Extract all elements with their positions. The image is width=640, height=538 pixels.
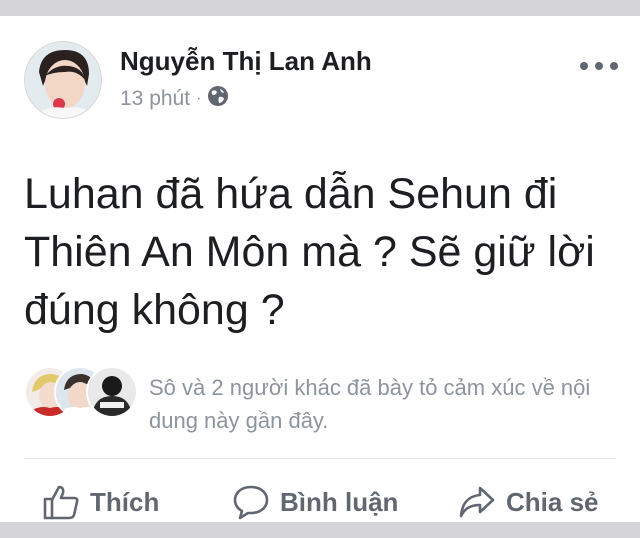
post-text: Luhan đã hứa dẫn Sehun đi Thiên An Môn m… xyxy=(24,170,595,334)
like-button[interactable]: Thích xyxy=(42,484,159,520)
action-bar: Thích Bình luận Chia sẻ xyxy=(0,464,640,538)
globe-icon xyxy=(207,85,229,113)
post-meta: 13 phút · xyxy=(120,86,229,112)
share-label: Chia sẻ xyxy=(506,486,599,517)
author-name[interactable]: Nguyễn Thị Lan Anh xyxy=(120,46,372,77)
like-label: Thích xyxy=(90,486,160,517)
thumbs-up-icon xyxy=(42,484,80,520)
more-options-icon[interactable] xyxy=(580,56,618,76)
author-avatar[interactable] xyxy=(24,41,102,119)
share-button[interactable]: Chia sẻ xyxy=(458,484,599,520)
comment-button[interactable]: Bình luận xyxy=(232,484,398,520)
reactor-avatar-3 xyxy=(86,366,138,418)
comment-icon xyxy=(232,484,270,520)
reactions-summary[interactable]: Sô và 2 người khác đã bày tỏ cảm xúc về … xyxy=(149,371,609,437)
share-icon xyxy=(458,484,496,520)
divider xyxy=(24,458,616,459)
reactor-avatars[interactable] xyxy=(24,366,139,418)
meta-separator: · xyxy=(196,90,202,107)
post-card: Nguyễn Thị Lan Anh 13 phút · Luhan đã hứ… xyxy=(0,16,640,522)
comment-label: Bình luận xyxy=(280,486,399,517)
post-time[interactable]: 13 phút xyxy=(120,87,190,111)
